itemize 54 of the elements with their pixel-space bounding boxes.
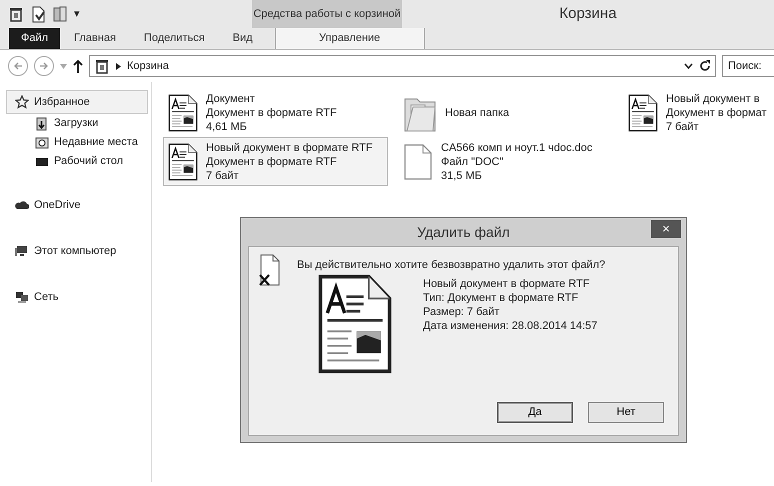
ribbon-tab[interactable]: Файл bbox=[9, 28, 60, 49]
forward-arrow-icon bbox=[39, 61, 49, 71]
star-icon bbox=[15, 95, 29, 109]
file-item[interactable]: CA566 комп и ноут.1 чdoc.doc Файл "DOC" 31,5 МБ bbox=[398, 137, 613, 186]
computer-icon bbox=[15, 244, 29, 258]
ribbon-tab-group-header: Средства работы с корзиной bbox=[252, 0, 402, 28]
rtf-document-icon bbox=[168, 142, 198, 180]
file-detail: Новый документ в формате RTF bbox=[423, 277, 591, 291]
breadcrumb-item[interactable]: Корзина bbox=[127, 58, 169, 74]
close-button[interactable]: × bbox=[651, 220, 681, 238]
file-detail: Дата изменения: 28.08.2014 14:57 bbox=[423, 319, 598, 333]
refresh-icon[interactable] bbox=[699, 60, 711, 72]
file-item[interactable]: Новая папка bbox=[398, 88, 613, 137]
customize-toolbar-button[interactable]: ▾ bbox=[74, 6, 80, 22]
window-title: Корзина bbox=[558, 4, 618, 24]
ribbon-tab[interactable]: Главная bbox=[60, 28, 130, 49]
dialog-title: Удалить файл bbox=[417, 222, 510, 242]
network-icon bbox=[15, 290, 29, 304]
sidebar-item[interactable]: Недавние места bbox=[6, 133, 148, 152]
breadcrumb-arrow-icon bbox=[116, 62, 121, 70]
blank-document-icon bbox=[403, 142, 433, 180]
recycle-bin-icon[interactable] bbox=[8, 6, 24, 22]
rtf-document-icon bbox=[317, 273, 393, 375]
up-arrow-icon[interactable] bbox=[73, 59, 83, 73]
downloads-folder-icon bbox=[35, 116, 49, 130]
sidebar-item[interactable]: OneDrive bbox=[6, 193, 148, 217]
file-detail: Размер: 7 байт bbox=[423, 305, 500, 319]
sidebar-item[interactable]: Загрузки bbox=[6, 114, 148, 133]
deleted-file-icon bbox=[259, 253, 281, 287]
recent-places-icon bbox=[35, 136, 49, 150]
ribbon-tab[interactable]: Вид bbox=[218, 28, 267, 49]
rtf-document-icon bbox=[628, 94, 658, 132]
file-item[interactable]: Новый документ в формате RTF Документ в формате RTF 7 байт bbox=[163, 137, 388, 186]
address-bar[interactable]: Корзина bbox=[89, 55, 716, 77]
folder-icon[interactable] bbox=[52, 5, 68, 23]
sidebar-item[interactable]: Рабочий стол bbox=[6, 152, 148, 171]
sidebar-item[interactable]: Этот компьютер bbox=[6, 239, 148, 263]
dialog-button[interactable]: Нет bbox=[588, 402, 664, 423]
recycle-bin-icon bbox=[94, 58, 110, 74]
dropdown-caret-icon[interactable] bbox=[684, 63, 693, 69]
search-field[interactable]: Поиск: bbox=[722, 55, 774, 77]
file-item[interactable]: Документ Документ в формате RTF 4,61 МБ bbox=[163, 88, 388, 137]
dialog-message: Вы действительно хотите безвозвратно удалить этот файл? bbox=[297, 258, 606, 273]
rtf-document-icon bbox=[168, 94, 198, 132]
back-button[interactable] bbox=[8, 56, 28, 76]
sidebar-item[interactable]: Сеть bbox=[6, 285, 148, 309]
ribbon-tab[interactable]: Управление bbox=[274, 28, 425, 49]
properties-icon[interactable] bbox=[30, 5, 46, 23]
ribbon-tab[interactable]: Поделиться bbox=[130, 28, 219, 49]
back-arrow-icon bbox=[13, 61, 23, 71]
forward-button[interactable] bbox=[34, 56, 54, 76]
file-detail: Тип: Документ в формате RTF bbox=[423, 291, 580, 305]
dialog-button[interactable]: Да bbox=[497, 402, 573, 423]
sidebar-item[interactable]: Избранное bbox=[6, 90, 148, 114]
